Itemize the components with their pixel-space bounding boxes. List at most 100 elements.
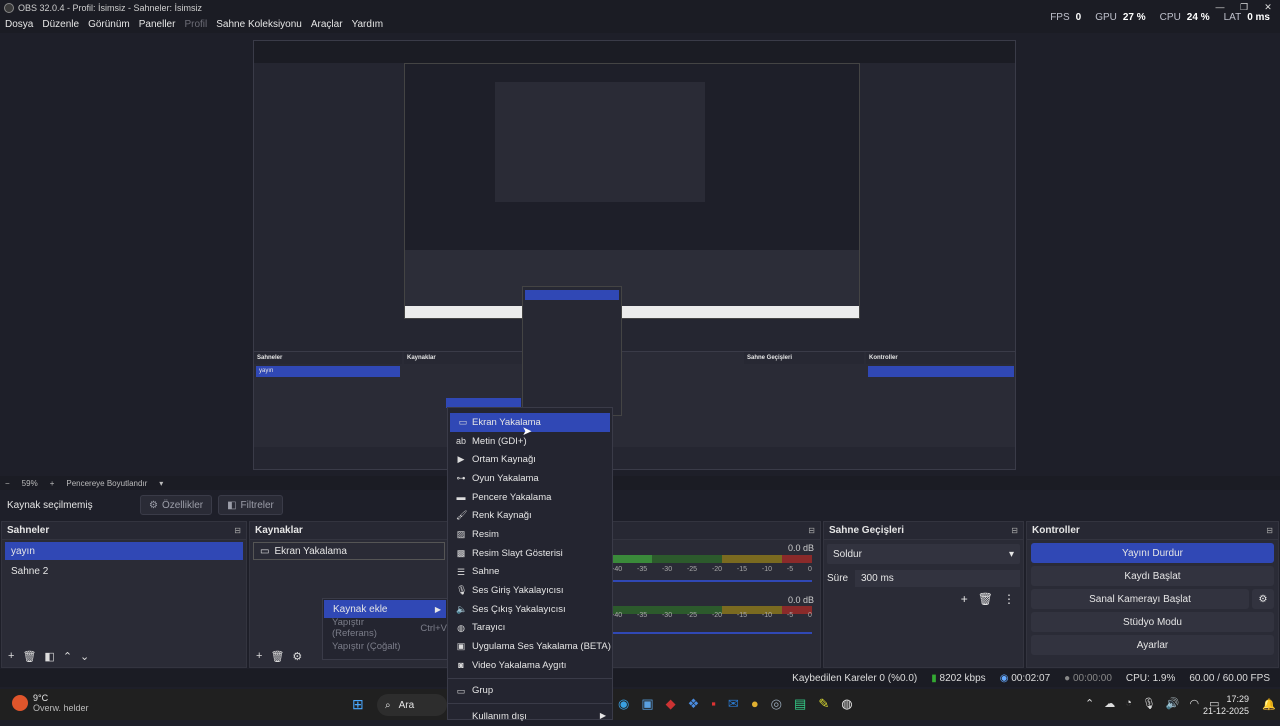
- source-item[interactable]: ▭ Ekran Yakalama: [253, 542, 445, 560]
- clock[interactable]: 17:29 21-12-2025: [1203, 693, 1249, 717]
- menu-item-color-source[interactable]: 🖌 Renk Kaynağı: [448, 506, 612, 525]
- menu-view[interactable]: Görünüm: [88, 19, 130, 30]
- scenes-toolbar: + 🗑 ◧ ⌃ ⌄: [2, 650, 89, 663]
- scene-item[interactable]: Sahne 2: [5, 562, 243, 580]
- zoom-bar: − 59% + Pencereye Boyutlandır ▾: [0, 476, 1280, 490]
- controls-title: Kontroller: [1032, 525, 1080, 536]
- taskbar-search[interactable]: ⌕ Ara: [377, 694, 447, 716]
- menu-item-deprecated[interactable]: Kullanım dışı ▶: [448, 707, 612, 726]
- menu-docks[interactable]: Paneller: [139, 19, 176, 30]
- gear-icon[interactable]: ⚙: [292, 650, 302, 663]
- transitions-title: Sahne Geçişleri: [829, 525, 905, 536]
- menu-scene-collection[interactable]: Sahne Koleksiyonu: [216, 19, 302, 30]
- menu-item-game-capture[interactable]: ⊶ Oyun Yakalama: [448, 469, 612, 488]
- gear-icon: ⚙: [149, 499, 158, 511]
- notification-icon[interactable]: 🔔: [1262, 698, 1276, 711]
- trash-icon[interactable]: 🗑: [978, 592, 993, 606]
- menu-help[interactable]: Yardım: [352, 19, 384, 30]
- paste-reference-item: Yapıştır (Referans) Ctrl+V: [332, 617, 447, 639]
- menu-tools[interactable]: Araçlar: [311, 19, 343, 30]
- chevron-down-icon[interactable]: ⌄: [80, 650, 89, 663]
- menu-item-slideshow[interactable]: ▩ Resim Slayt Gösterisi: [448, 544, 612, 563]
- store-icon[interactable]: ▣: [641, 696, 653, 712]
- monitor-icon: ▭: [458, 417, 468, 427]
- menu-item-scene[interactable]: ☰ Sahne: [448, 563, 612, 582]
- pen-icon[interactable]: ✎: [818, 696, 829, 712]
- zoom-mode[interactable]: Pencereye Boyutlandır: [66, 479, 147, 488]
- dock-menu-icon[interactable]: ⊟: [1266, 526, 1273, 535]
- sources-toolbar: + 🗑 ⚙: [250, 650, 302, 663]
- mixer-ticks-2: -40 -35 -30 -25 -20 -15 -10 -5 0: [612, 612, 812, 619]
- windows-start-icon[interactable]: ⊞: [352, 696, 364, 713]
- scene-item[interactable]: yayın: [5, 542, 243, 560]
- menu-item-browser[interactable]: ◍ Tarayıcı: [448, 619, 612, 638]
- user-icon[interactable]: ◔: [1125, 697, 1132, 710]
- play-icon: ▶: [457, 454, 465, 465]
- photos-icon[interactable]: ▤: [794, 696, 806, 712]
- speaker-icon: 🔈: [456, 603, 468, 614]
- image-icon: ▨: [456, 529, 466, 540]
- dropbox-icon[interactable]: ❖: [688, 696, 700, 712]
- menu-item-media-source[interactable]: ▶ Ortam Kaynağı: [448, 450, 612, 469]
- cloud-icon[interactable]: ☁: [1104, 697, 1115, 710]
- mic-icon[interactable]: 🎙: [1142, 697, 1156, 710]
- studio-mode-button[interactable]: Stüdyo Modu: [1031, 612, 1274, 632]
- edge-icon[interactable]: ◉: [618, 696, 629, 712]
- preview-capture: Sahneler yayın Kaynaklar Sahne Geçişleri…: [253, 40, 1016, 470]
- add-source-menu: ▭ Ekran Yakalama ab Metin (GDI+) ▶ Ortam Ka…: [447, 407, 613, 722]
- gear-icon[interactable]: ⚙: [1252, 589, 1274, 609]
- add-icon[interactable]: +: [8, 650, 14, 663]
- filter-icon: ◧: [227, 499, 237, 511]
- chevron-up-icon[interactable]: ⌃: [63, 650, 72, 663]
- zoom-in-button[interactable]: +: [50, 479, 55, 488]
- mcafee-icon[interactable]: ◆: [666, 696, 676, 712]
- start-recording-button[interactable]: Kaydı Başlat: [1031, 566, 1274, 586]
- monitor-icon: ▭: [260, 545, 270, 557]
- zoom-out-button[interactable]: −: [5, 479, 10, 488]
- capture-nested: [404, 63, 860, 319]
- window-title: OBS 32.0.4 - Profil: İsimsiz - Sahneler:…: [18, 2, 203, 13]
- chevron-up-icon[interactable]: ⌃: [1085, 697, 1094, 710]
- trash-icon[interactable]: 🗑: [270, 650, 284, 663]
- pdf-icon[interactable]: ▪: [711, 696, 716, 712]
- menu-item-audio-output[interactable]: 🔈 Ses Çıkış Yakalayıcısı: [448, 600, 612, 619]
- filter-icon[interactable]: ◧: [44, 650, 54, 663]
- start-virtual-camera-button[interactable]: Sanal Kamerayı Başlat: [1031, 589, 1249, 609]
- chrome-icon[interactable]: ●: [751, 696, 759, 712]
- add-icon[interactable]: +: [961, 592, 968, 606]
- more-icon[interactable]: ⋮: [1003, 592, 1015, 606]
- wifi-icon[interactable]: ◠: [1190, 697, 1200, 710]
- chevron-down-icon[interactable]: ▾: [159, 479, 163, 488]
- volume-slider-2[interactable]: [612, 632, 812, 634]
- add-icon[interactable]: +: [256, 650, 262, 663]
- transition-select[interactable]: Soldur ▾: [827, 544, 1020, 564]
- steam-icon[interactable]: ◎: [771, 696, 782, 712]
- menu-item-app-audio[interactable]: ▣ Uygulama Ses Yakalama (BETA): [448, 637, 612, 656]
- dock-menu-icon[interactable]: ⊟: [1011, 526, 1018, 535]
- dock-menu-icon[interactable]: ⊟: [808, 526, 815, 535]
- menu-item-image[interactable]: ▨ Resim: [448, 525, 612, 544]
- add-source-menu-item[interactable]: Kaynak ekle ▶: [324, 600, 446, 618]
- outlook-icon[interactable]: ✉: [728, 696, 739, 712]
- menu-item-video-capture[interactable]: ◙ Video Yakalama Aygıtı: [448, 656, 612, 675]
- trash-icon[interactable]: 🗑: [22, 650, 36, 663]
- obs-taskbar-icon[interactable]: ◍: [841, 696, 852, 712]
- volume-slider-1[interactable]: [612, 580, 812, 582]
- filters-button[interactable]: ◧ Filtreler: [218, 495, 283, 515]
- menu-item-audio-input[interactable]: 🎙 Ses Giriş Yakalayıcısı: [448, 581, 612, 600]
- mixer-db-1: 0.0 dB: [787, 543, 814, 553]
- settings-button[interactable]: Ayarlar: [1031, 635, 1274, 655]
- cpu-usage: CPU: 1.9%: [1125, 672, 1176, 684]
- dock-menu-icon[interactable]: ⊟: [234, 526, 241, 535]
- stop-streaming-button[interactable]: Yayını Durdur: [1031, 543, 1274, 563]
- weather-widget[interactable]: 9°C Overw. helder: [12, 693, 89, 713]
- menu-edit[interactable]: Düzenle: [42, 19, 79, 30]
- menu-file[interactable]: Dosya: [5, 19, 33, 30]
- menu-item-window-capture[interactable]: ▬ Pencere Yakalama: [448, 488, 612, 507]
- globe-icon: ◍: [457, 622, 465, 633]
- duration-input[interactable]: 300 ms: [855, 569, 1020, 587]
- menu-item-group[interactable]: ▭ Grup: [448, 682, 612, 701]
- properties-button[interactable]: ⚙ Özellikler: [140, 495, 213, 515]
- zoom-value[interactable]: 59%: [22, 479, 38, 488]
- volume-icon[interactable]: 🔊: [1166, 697, 1180, 710]
